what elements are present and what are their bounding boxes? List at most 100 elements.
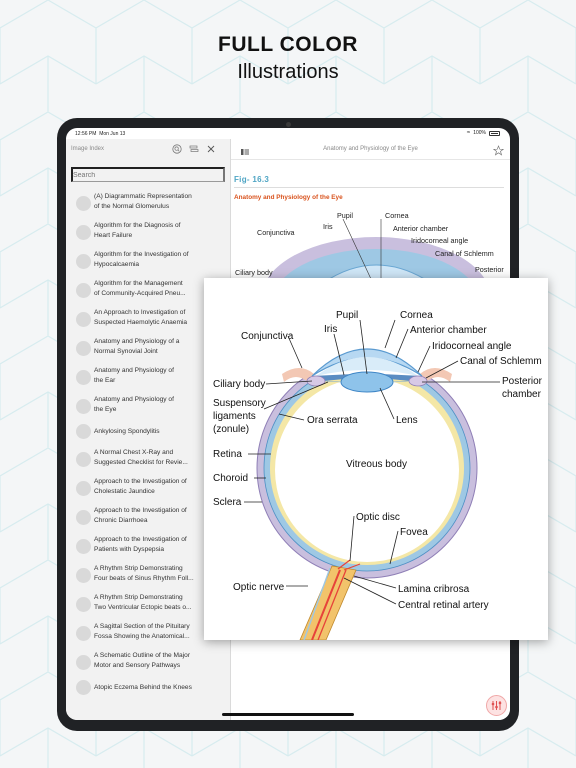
battery-icon: [489, 130, 500, 136]
list-item-label: A Schematic Outline of the Major Motor a…: [94, 652, 191, 669]
bg-label-iridocorneal: Iridocorneal angle: [411, 236, 468, 245]
headline-title: FULL COLOR: [218, 33, 358, 56]
list-item-label: Approach to the Investigation of Patient…: [94, 536, 187, 553]
list-item-thumbnail: [76, 680, 91, 695]
list-item-thumbnail: [76, 539, 91, 554]
label-optic-nerve: Optic nerve: [233, 582, 285, 593]
label-ora-serrata: Ora serrata: [307, 415, 358, 426]
list-item[interactable]: A Schematic Outline of the Major Motor a…: [66, 651, 230, 679]
list-item-thumbnail: [76, 424, 91, 439]
bg-label-schlemm: Canal of Schlemm: [435, 249, 494, 258]
list-item[interactable]: Algorithm for the Investigation of Hypoc…: [66, 250, 230, 278]
vitreous-shape: [275, 378, 459, 562]
camera-dot: [286, 122, 291, 127]
list-item-label: A Normal Chest X-Ray and Suggested Check…: [94, 449, 188, 466]
label-canal-schlemm: Canal of Schlemm: [460, 356, 542, 367]
headline: FULL COLOR Illustrations: [0, 33, 576, 85]
figure-divider: [234, 187, 504, 188]
search-input[interactable]: [71, 167, 225, 182]
list-item-label: Anatomy and Physiology of the Ear: [94, 367, 174, 384]
list-item-thumbnail: [76, 370, 91, 385]
list-item[interactable]: Algorithm for the Diagnosis of Heart Fai…: [66, 221, 230, 249]
figure-number: Fig- 16.3: [234, 175, 270, 184]
label-suspensory-2: ligaments: [213, 411, 256, 422]
label-posterior-chamber-2: chamber: [502, 389, 542, 400]
label-iris: Iris: [324, 324, 337, 335]
star-icon[interactable]: [492, 143, 505, 156]
close-icon[interactable]: [206, 144, 216, 154]
list-item-thumbnail: [76, 452, 91, 467]
list-item-label: A Rhythm Strip Demonstrating Two Ventric…: [94, 594, 192, 611]
sidebar-title: Image Index: [71, 146, 105, 152]
status-time: 12:56 PM Mon Jun 13: [75, 131, 125, 137]
label-pupil: Pupil: [336, 310, 358, 321]
label-suspensory-1: Suspensory: [213, 398, 266, 409]
bg-label-posterior: Posterior: [475, 265, 504, 274]
label-vitreous-body: Vitreous body: [346, 459, 407, 470]
label-lamina-cribrosa: Lamina cribrosa: [398, 584, 470, 595]
status-time-value: 12:56 PM: [75, 131, 97, 137]
list-item-thumbnail: [76, 283, 91, 298]
bg-label-anterior: Anterior chamber: [393, 224, 449, 233]
status-bar: 12:56 PM Mon Jun 13 ≈ 100%: [66, 128, 510, 138]
list-item-label: Anatomy and Physiology of the Eye: [94, 396, 174, 413]
list-item-label: An Approach to Investigation of Suspecte…: [94, 309, 188, 326]
list-item[interactable]: Atopic Eczema Behind the Knees: [66, 680, 230, 708]
label-central-retinal-artery: Central retinal artery: [398, 600, 489, 611]
label-ciliary-body: Ciliary body: [213, 379, 265, 390]
list-item-label: Anatomy and Physiology of a Normal Synov…: [94, 338, 180, 355]
page-title: Anatomy and Physiology of the Eye: [323, 146, 418, 152]
status-date: Mon Jun 13: [99, 131, 126, 137]
list-item-label: A Rhythm Strip Demonstrating Four beats …: [94, 565, 194, 582]
list-item-label: Algorithm for the Diagnosis of Heart Fai…: [94, 222, 181, 239]
label-posterior-chamber-1: Posterior: [502, 376, 543, 387]
list-item-thumbnail: [76, 399, 91, 414]
background-eye-diagram: Pupil Cornea Iris Anterior chamber Conju…: [235, 211, 504, 289]
label-iridocorneal-angle: Iridocorneal angle: [432, 341, 512, 352]
list-item-label: Algorithm for the Investigation of Hypoc…: [94, 251, 189, 268]
list-item-thumbnail: [76, 568, 91, 583]
bg-label-pupil: Pupil: [337, 211, 353, 220]
eye-anatomy-diagram: Pupil Cornea Iris Anterior chamber Conju…: [213, 310, 543, 640]
status-right: ≈ 100%: [467, 130, 500, 136]
label-cornea: Cornea: [400, 310, 433, 321]
filter-icon[interactable]: [189, 144, 199, 154]
search-circle-icon[interactable]: [172, 144, 182, 154]
list-item-label: A Sagittal Section of the Pituitary Foss…: [94, 623, 190, 640]
list-item-thumbnail: [76, 312, 91, 327]
sidebar-header: Image Index: [66, 139, 230, 159]
list-item-label: Ankylosing Spondylitis: [94, 428, 160, 435]
bg-label-conjunctiva: Conjunctiva: [257, 228, 295, 237]
list-item-thumbnail: [76, 481, 91, 496]
list-item[interactable]: (A) Diagrammatic Representation of the N…: [66, 192, 230, 220]
list-item-label: Algorithm for the Management of Communit…: [94, 280, 186, 297]
label-lens: Lens: [396, 415, 418, 426]
label-suspensory-3: (zonule): [213, 424, 249, 435]
label-anterior-chamber: Anterior chamber: [410, 325, 487, 336]
label-sclera: Sclera: [213, 497, 242, 508]
list-item-label: Approach to the Investigation of Chronic…: [94, 507, 187, 524]
list-item-label: (A) Diagrammatic Representation of the N…: [94, 193, 192, 210]
list-item-thumbnail: [76, 655, 91, 670]
list-item-thumbnail: [76, 597, 91, 612]
wifi-icon: ≈: [466, 130, 471, 136]
list-item-thumbnail: [76, 254, 91, 269]
eye-diagram-popup[interactable]: Pupil Cornea Iris Anterior chamber Conju…: [204, 278, 548, 640]
battery-percent: 100%: [473, 130, 486, 136]
list-item-thumbnail: [76, 626, 91, 641]
main-header: Anatomy and Physiology of the Eye: [231, 139, 510, 160]
list-item-thumbnail: [76, 225, 91, 240]
headline-subtitle: Illustrations: [237, 61, 339, 83]
bg-label-cornea: Cornea: [385, 211, 409, 220]
list-item-thumbnail: [76, 510, 91, 525]
label-retina: Retina: [213, 449, 242, 460]
label-optic-disc: Optic disc: [356, 512, 400, 523]
bg-label-iris: Iris: [323, 222, 333, 231]
settings-fab-button[interactable]: [486, 695, 507, 716]
home-indicator: [222, 713, 354, 716]
label-choroid: Choroid: [213, 473, 248, 484]
lens-shape: [340, 371, 394, 393]
label-fovea: Fovea: [400, 527, 428, 538]
list-item-label: Atopic Eczema Behind the Knees: [94, 684, 192, 691]
bg-label-ciliary: Ciliary body: [235, 268, 273, 277]
